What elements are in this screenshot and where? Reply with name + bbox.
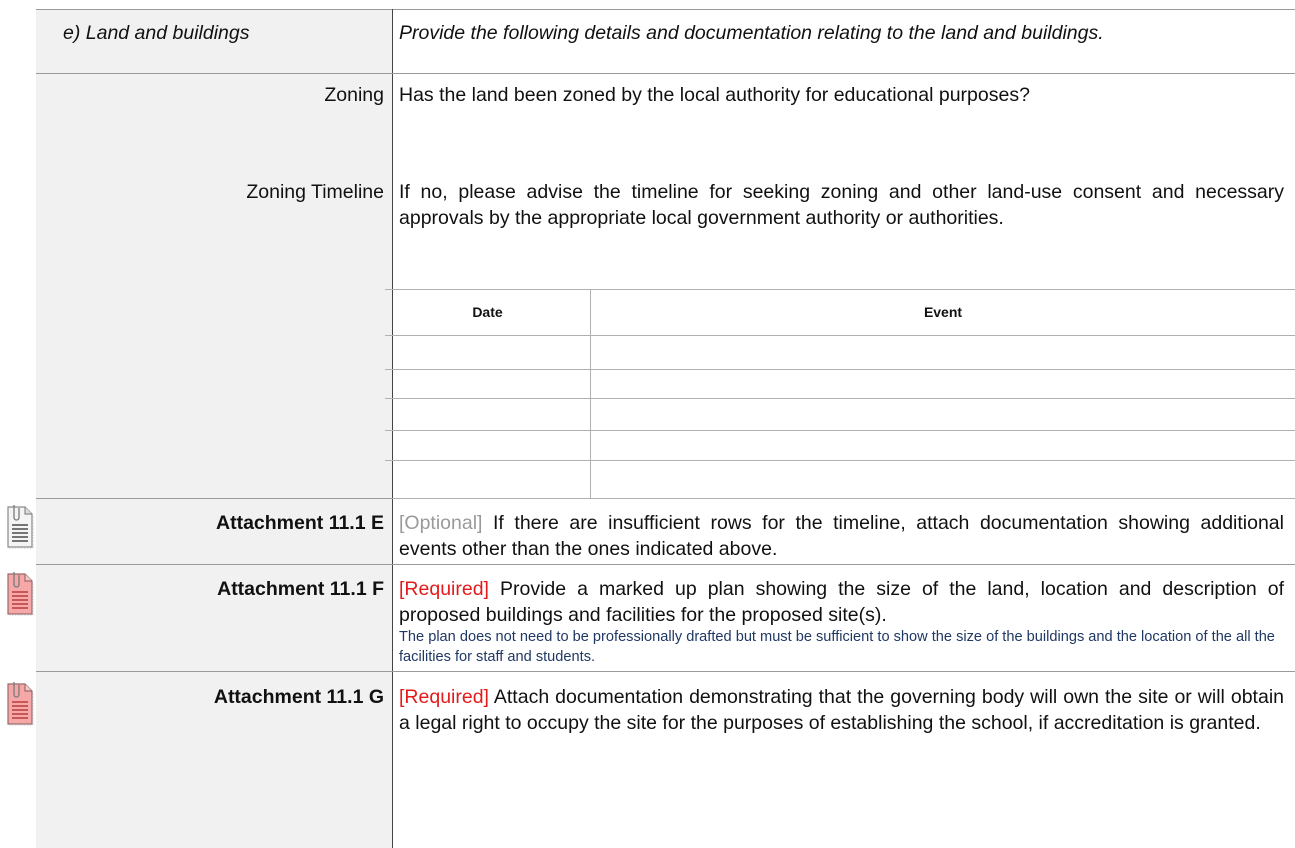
attachment-g-text: [Required] Attach documentation demonstr… — [399, 684, 1284, 736]
table-cell-event[interactable] — [591, 461, 1295, 489]
optional-tag: [Optional] — [399, 512, 483, 534]
attachment-g-description: Attach documentation demonstrating that … — [399, 686, 1284, 734]
zoning-timeline-label: Zoning Timeline — [246, 181, 384, 203]
table-cell-date[interactable] — [385, 399, 590, 427]
row-divider — [36, 564, 1295, 565]
required-tag: [Required] — [399, 686, 489, 708]
table-bottom-border — [385, 498, 1295, 499]
row-divider — [36, 498, 392, 499]
land-and-buildings-form: e) Land and buildings Provide the follow… — [0, 0, 1295, 848]
attachment-e-text: [Optional] If there are insufficient row… — [399, 510, 1284, 562]
required-tag: [Required] — [399, 578, 489, 600]
document-icon — [7, 572, 34, 616]
attachment-f-text: [Required] Provide a marked up plan show… — [399, 576, 1284, 628]
table-cell-date[interactable] — [385, 336, 590, 364]
table-cell-date[interactable] — [385, 461, 590, 489]
attachment-e-description: If there are insufficient rows for the t… — [399, 512, 1284, 560]
table-header-date: Date — [472, 304, 503, 320]
attachment-f-note: The plan does not need to be professiona… — [399, 629, 1275, 665]
attachment-f-description: Provide a marked up plan showing the siz… — [399, 578, 1284, 626]
zoning-timeline-instruction: If no, please advise the timeline for se… — [399, 181, 1284, 229]
attachment-g-label: Attachment 11.1 G — [213, 686, 384, 708]
zoning-question: Has the land been zoned by the local aut… — [399, 84, 1030, 106]
top-border — [36, 9, 1295, 10]
table-cell-date[interactable] — [385, 431, 590, 459]
table-cell-date[interactable] — [385, 370, 590, 398]
zoning-label: Zoning — [324, 84, 384, 106]
document-icon — [7, 505, 34, 549]
zoning-timeline-table: Date Event — [385, 289, 1295, 499]
attachment-e-label: Attachment 11.1 E — [216, 512, 384, 534]
table-header-event: Event — [923, 304, 963, 320]
table-cell-event[interactable] — [591, 336, 1295, 364]
section-title: e) Land and buildings — [63, 22, 250, 44]
row-divider — [36, 73, 1295, 74]
section-intro: Provide the following details and docume… — [399, 22, 1104, 44]
table-cell-event[interactable] — [591, 431, 1295, 459]
row-divider — [36, 671, 1295, 672]
document-icon — [7, 682, 34, 726]
label-column — [36, 9, 393, 848]
attachment-f-label: Attachment 11.1 F — [217, 578, 384, 600]
table-cell-event[interactable] — [591, 399, 1295, 427]
table-cell-event[interactable] — [591, 370, 1295, 398]
